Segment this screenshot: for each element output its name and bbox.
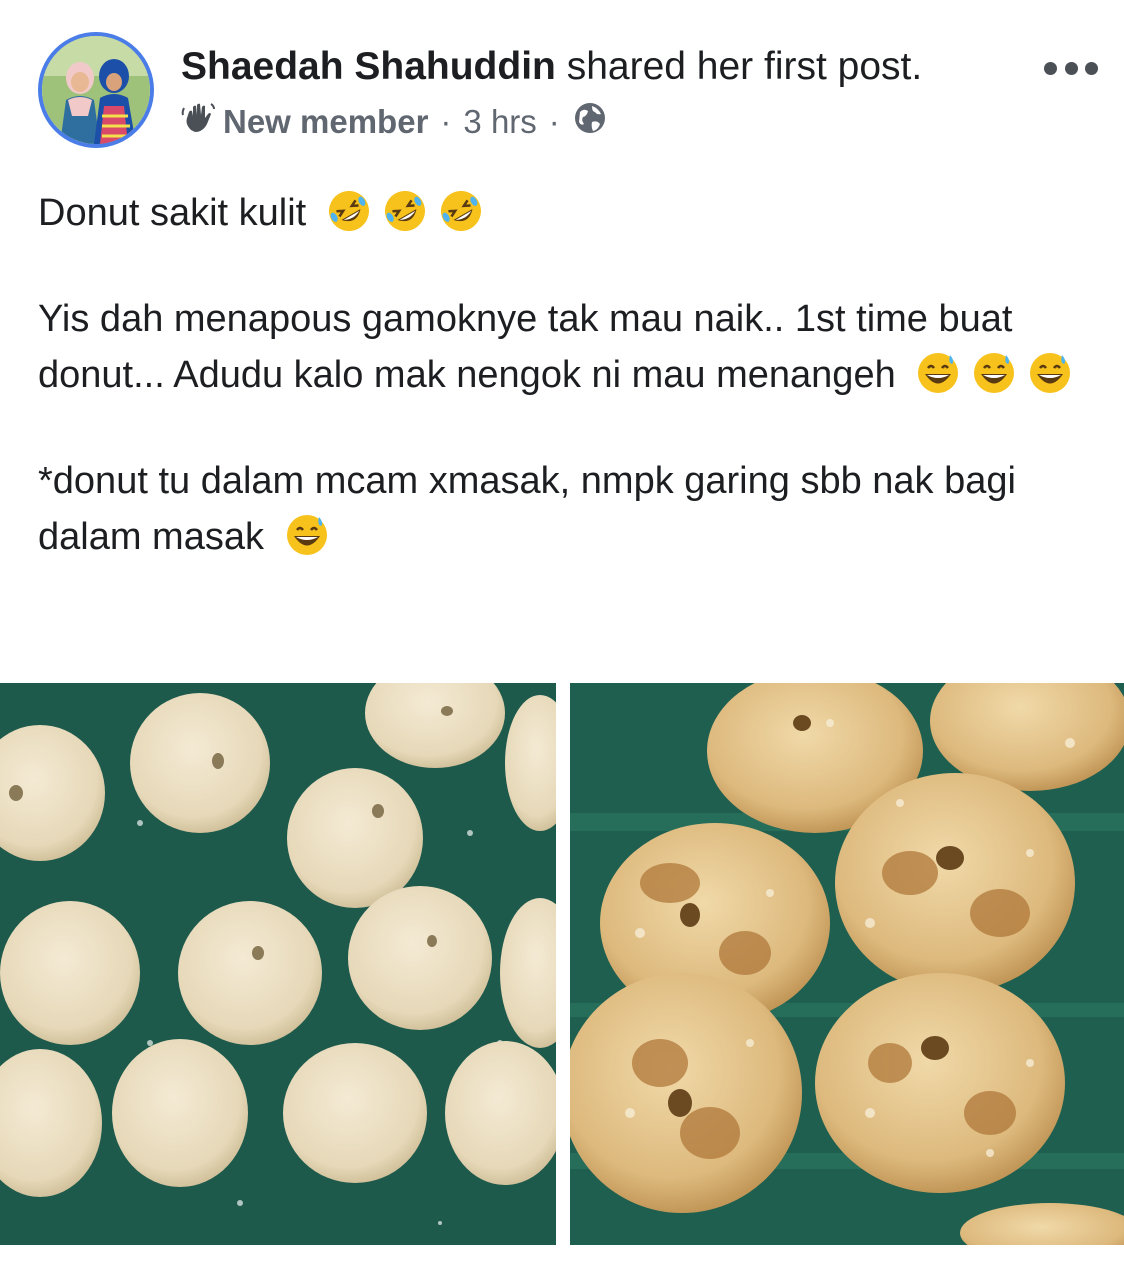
avatar[interactable] — [38, 32, 154, 148]
more-options-button[interactable] — [1044, 58, 1098, 78]
post-body-text: Donut sakit kulit Yis dah menapous gamok… — [38, 185, 1098, 565]
grinning-sweat-emoji-icon — [970, 349, 1018, 397]
rolling-on-floor-laughing-emoji-icon — [437, 187, 485, 235]
ellipsis-icon — [1044, 61, 1057, 75]
globe-icon — [572, 100, 608, 144]
feed-post: Shaedah Shahuddin shared her first post.… — [0, 0, 1124, 1266]
post-text-paragraph: *donut tu dalam mcam xmasak, nmpk garing… — [38, 453, 1098, 565]
author-name[interactable]: Shaedah Shahuddin — [181, 45, 556, 88]
post-text-paragraph-2: Yis dah menapous gamoknye tak mau naik..… — [38, 298, 1013, 396]
post-header: Shaedah Shahuddin shared her first post.… — [38, 32, 1098, 152]
post-timestamp[interactable]: 3 hrs — [463, 103, 536, 141]
post-text-paragraph: Yis dah menapous gamoknye tak mau naik..… — [38, 291, 1098, 403]
wave-hand-icon — [181, 100, 217, 144]
post-text-paragraph-3: *donut tu dalam mcam xmasak, nmpk garing… — [38, 460, 1016, 558]
grinning-sweat-emoji-icon — [1026, 349, 1074, 397]
rolling-on-floor-laughing-emoji-icon — [381, 187, 429, 235]
grinning-sweat-emoji-icon — [283, 511, 331, 559]
post-photos — [0, 683, 1124, 1245]
post-text-line: Donut sakit kulit — [38, 185, 1098, 241]
post-action-text: shared her first post. — [555, 45, 923, 88]
post-photo-fried-donuts[interactable] — [570, 683, 1124, 1245]
post-author-line: Shaedah Shahuddin shared her first post. — [181, 42, 922, 92]
post-photo-raw-dough[interactable] — [0, 683, 556, 1245]
meta-separator: · — [548, 103, 560, 140]
post-meta: New member · 3 hrs · — [181, 100, 608, 144]
grinning-sweat-emoji-icon — [914, 349, 962, 397]
new-member-badge: New member — [223, 103, 429, 140]
post-text-line-1: Donut sakit kulit — [38, 192, 307, 234]
rolling-on-floor-laughing-emoji-icon — [325, 187, 373, 235]
meta-separator: · — [440, 103, 452, 140]
